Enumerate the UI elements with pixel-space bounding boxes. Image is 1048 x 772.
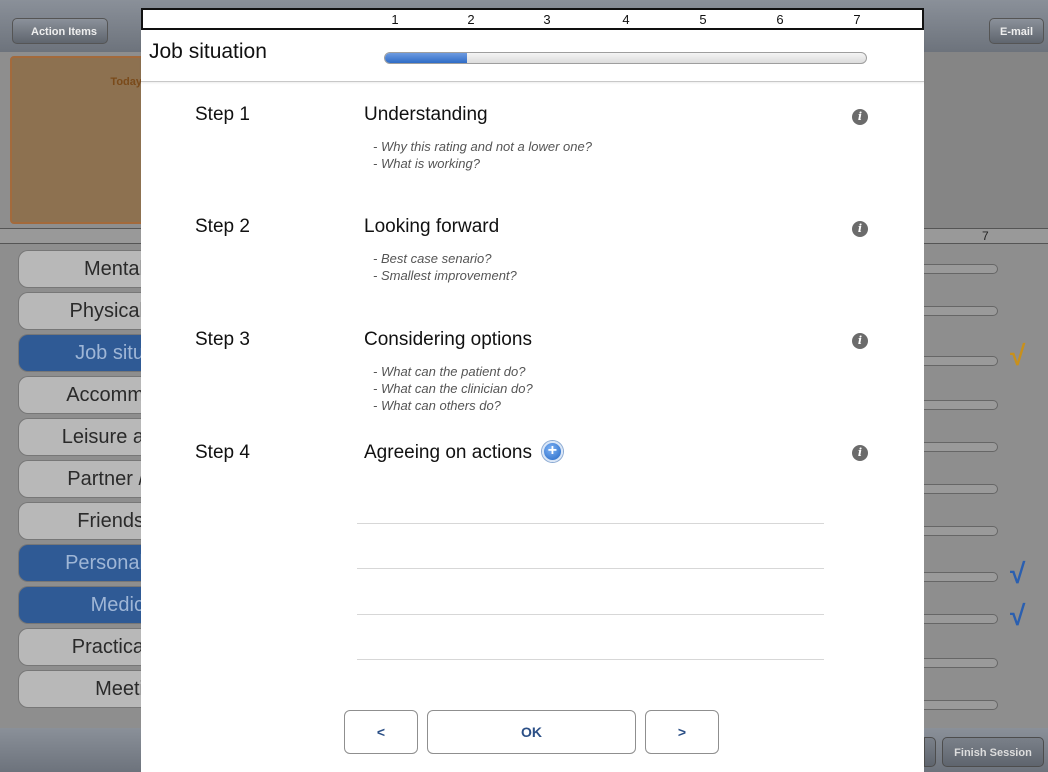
step-3-prompt: - What can others do? [373,398,501,413]
step-4-title: Agreeing on actions + [364,440,563,464]
info-icon[interactable]: i [852,333,868,349]
rating-ruler: 1 2 3 4 5 6 7 [141,8,924,30]
step-4-label: Step 4 [195,442,250,463]
step-1-prompt: - What is working? [373,156,480,171]
domain-item-mental[interactable]: Mental [18,250,148,288]
step-3-prompt: - What can the patient do? [373,364,526,379]
action-items-back-button[interactable]: Action Items [12,18,109,44]
scale-end-label: 7 [982,229,989,243]
next-button[interactable]: > [645,710,719,754]
domain-slider[interactable] [924,264,998,274]
domain-slider[interactable] [924,526,998,536]
today-card: Today [10,56,150,224]
domain-slider[interactable] [924,356,998,366]
step-2-prompt: - Smallest improvement? [373,268,517,283]
step-2-title: Looking forward [364,216,500,237]
ruler-number: 4 [622,12,630,27]
step-2-label: Step 2 [195,216,250,237]
domain-item-leisure[interactable]: Leisure a [18,418,148,456]
step-1-title: Understanding [364,104,488,125]
right-panel [924,52,1048,228]
action-row[interactable] [357,614,824,615]
domain-slider[interactable] [924,614,998,624]
ruler-number: 2 [467,12,475,27]
info-icon[interactable]: i [852,445,868,461]
domain-item-practical[interactable]: Practica [18,628,148,666]
step-4-title-text: Agreeing on actions [364,442,532,463]
domain-slider[interactable] [924,306,998,316]
domain-item-personal[interactable]: Personal [18,544,148,582]
add-action-icon[interactable]: + [541,440,563,462]
previous-button[interactable]: < [344,710,418,754]
domain-item-physical[interactable]: Physical [18,292,148,330]
action-row[interactable] [357,659,824,660]
dialog-header: Job situation [141,30,924,82]
step-3-prompt: - What can the clinician do? [373,381,533,396]
action-row[interactable] [357,523,824,524]
domain-slider[interactable] [924,484,998,494]
info-icon[interactable]: i [852,109,868,125]
ruler-number: 6 [776,12,784,27]
ruler-number: 7 [853,12,861,27]
step-1-label: Step 1 [195,104,250,125]
checkmark-icon: √ [1010,340,1026,371]
domain-slider[interactable] [924,700,998,710]
domain-item-medical[interactable]: Medic [18,586,148,624]
domain-slider[interactable] [924,400,998,410]
step-1-prompt: - Why this rating and not a lower one? [373,139,592,154]
domain-slider[interactable] [924,572,998,582]
domain-item-accommodation[interactable]: Accomm [18,376,148,414]
domain-slider[interactable] [924,658,998,668]
toolbar-button-partial[interactable] [924,737,936,767]
domain-item-meeting[interactable]: Meeti [18,670,148,708]
checkmark-icon: √ [1010,558,1026,589]
domain-item-friends[interactable]: Friends [18,502,148,540]
info-icon[interactable]: i [852,221,868,237]
finish-session-button[interactable]: Finish Session [942,737,1044,767]
progress-bar [384,52,867,64]
domain-item-job-situation[interactable]: Job situ [18,334,148,372]
ruler-number: 1 [391,12,399,27]
action-row[interactable] [357,568,824,569]
ruler-number: 5 [699,12,707,27]
ruler-number: 3 [543,12,551,27]
checkmark-icon: √ [1010,600,1026,631]
step-3-label: Step 3 [195,329,250,350]
dialog-title: Job situation [149,40,267,63]
step-3-title: Considering options [364,329,532,350]
job-situation-dialog: 1 2 3 4 5 6 7 Job situation Step 1 Under… [141,8,924,772]
domain-item-partner[interactable]: Partner / [18,460,148,498]
step-2-prompt: - Best case senario? [373,251,492,266]
ok-button[interactable]: OK [427,710,636,754]
domain-slider[interactable] [924,442,998,452]
email-button[interactable]: E-mail [989,18,1044,44]
today-label: Today [110,76,142,88]
domain-list: Mental Physical Job situ Accomm Leisure … [18,250,148,712]
progress-fill [385,53,467,63]
